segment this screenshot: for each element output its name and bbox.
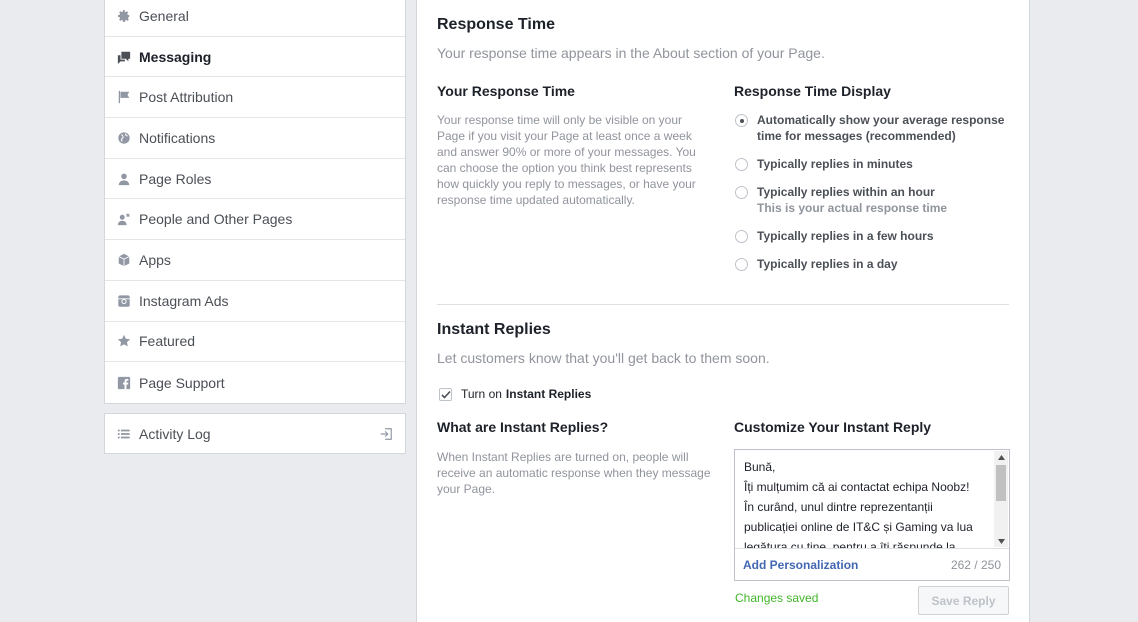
what-are-instant-replies-desc: When Instant Replies are turned on, peop… xyxy=(437,450,711,496)
radio-option-automatic[interactable]: Automatically show your average response… xyxy=(735,112,1012,144)
instant-reply-editor[interactable]: Bună, Îți mulțumim că ai contactat echip… xyxy=(734,449,1010,581)
sidebar-item-label: Page Support xyxy=(139,374,225,391)
sidebar-item-label: Apps xyxy=(139,251,171,268)
radio-button[interactable] xyxy=(735,158,748,171)
toggle-prefix: Turn on xyxy=(461,387,502,401)
changes-saved-status: Changes saved xyxy=(735,591,819,605)
response-time-subtitle: Your response time appears in the About … xyxy=(437,45,825,61)
response-time-display-title: Response Time Display xyxy=(734,83,891,99)
your-response-time-desc: Your response time will only be visible … xyxy=(437,113,696,207)
sidebar-item-page-roles[interactable]: Page Roles xyxy=(105,159,405,200)
scroll-up-arrow-icon[interactable] xyxy=(994,451,1008,463)
save-reply-button[interactable]: Save Reply xyxy=(918,586,1009,615)
person-star-icon xyxy=(117,212,131,226)
instant-replies-subtitle: Let customers know that you'll get back … xyxy=(437,350,770,366)
what-are-instant-replies-title: What are Instant Replies? xyxy=(437,419,609,435)
sidebar-item-page-support[interactable]: Page Support xyxy=(105,362,405,403)
radio-label: Typically replies in a few hours xyxy=(757,229,934,243)
radio-option-few-hours[interactable]: Typically replies in a few hours xyxy=(735,228,1012,244)
scroll-down-arrow-icon[interactable] xyxy=(994,535,1008,547)
sidebar-item-post-attribution[interactable]: Post Attribution xyxy=(105,77,405,119)
instant-replies-title: Instant Replies xyxy=(437,321,551,338)
sidebar-item-activity-log[interactable]: Activity Log xyxy=(104,413,406,454)
gear-icon xyxy=(117,9,131,23)
instagram-icon xyxy=(117,294,131,308)
flag-icon xyxy=(117,90,131,104)
radio-option-hour[interactable]: Typically replies within an hour This is… xyxy=(735,184,1012,216)
sidebar-item-label: Notifications xyxy=(139,129,216,146)
settings-main-panel: Response Time Your response time appears… xyxy=(416,0,1030,622)
radio-label: Automatically show your average response… xyxy=(757,113,1005,143)
sidebar-item-apps[interactable]: Apps xyxy=(105,240,405,281)
person-icon xyxy=(117,172,131,186)
radio-label: Typically replies in a day xyxy=(757,257,898,271)
messaging-icon xyxy=(117,50,131,64)
actual-response-note: This is your actual response time xyxy=(757,201,948,215)
radio-button[interactable] xyxy=(735,114,748,127)
instant-reply-textarea[interactable]: Bună, Îți mulțumim că ai contactat echip… xyxy=(735,450,993,548)
sidebar-item-notifications[interactable]: Notifications xyxy=(105,118,405,159)
radio-button[interactable] xyxy=(735,258,748,271)
sidebar-item-label: Page Roles xyxy=(139,170,212,187)
customize-instant-reply-title: Customize Your Instant Reply xyxy=(734,419,932,435)
globe-icon xyxy=(117,131,131,145)
facebook-icon xyxy=(117,376,131,390)
radio-label: Typically replies within an hour xyxy=(757,185,935,199)
cube-icon xyxy=(117,253,131,267)
radio-button[interactable] xyxy=(735,186,748,199)
sidebar-item-messaging[interactable]: Messaging xyxy=(105,37,405,78)
character-counter: 262 / 250 xyxy=(950,557,1001,572)
radio-option-minutes[interactable]: Typically replies in minutes xyxy=(735,156,1012,172)
sidebar-item-label: People and Other Pages xyxy=(139,211,293,228)
sidebar-item-label: Messaging xyxy=(139,48,212,65)
radio-label: Typically replies in minutes xyxy=(757,157,913,171)
sidebar-item-label: Featured xyxy=(139,333,196,350)
sidebar-item-featured[interactable]: Featured xyxy=(105,322,405,363)
add-personalization-link[interactable]: Add Personalization xyxy=(743,558,858,572)
response-time-title: Response Time xyxy=(437,16,555,33)
settings-sidebar: General Messaging Post Attribution Notif… xyxy=(104,0,406,404)
your-response-time-title: Your Response Time xyxy=(437,83,575,99)
radio-option-day[interactable]: Typically replies in a day xyxy=(735,256,1012,272)
reply-scrollbar[interactable] xyxy=(994,451,1008,547)
activity-log-label: Activity Log xyxy=(139,425,211,442)
scroll-thumb[interactable] xyxy=(996,465,1006,501)
sidebar-item-label: General xyxy=(139,7,189,24)
open-log-icon[interactable] xyxy=(379,427,393,444)
sidebar-item-instagram-ads[interactable]: Instagram Ads xyxy=(105,281,405,322)
reply-footer: Add Personalization 262 / 250 xyxy=(735,548,1009,580)
radio-button[interactable] xyxy=(735,230,748,243)
list-icon xyxy=(117,427,131,441)
section-divider xyxy=(437,304,1009,305)
star-icon xyxy=(117,334,131,348)
sidebar-item-label: Instagram Ads xyxy=(139,292,229,309)
instant-replies-toggle[interactable]: Turn on Instant Replies xyxy=(439,387,591,401)
instant-replies-checkbox[interactable] xyxy=(439,387,452,401)
sidebar-item-label: Post Attribution xyxy=(139,89,234,106)
sidebar-item-people-and-other-pages[interactable]: People and Other Pages xyxy=(105,199,405,241)
toggle-bold-label: Instant Replies xyxy=(505,387,592,401)
sidebar-item-general[interactable]: General xyxy=(105,0,405,37)
